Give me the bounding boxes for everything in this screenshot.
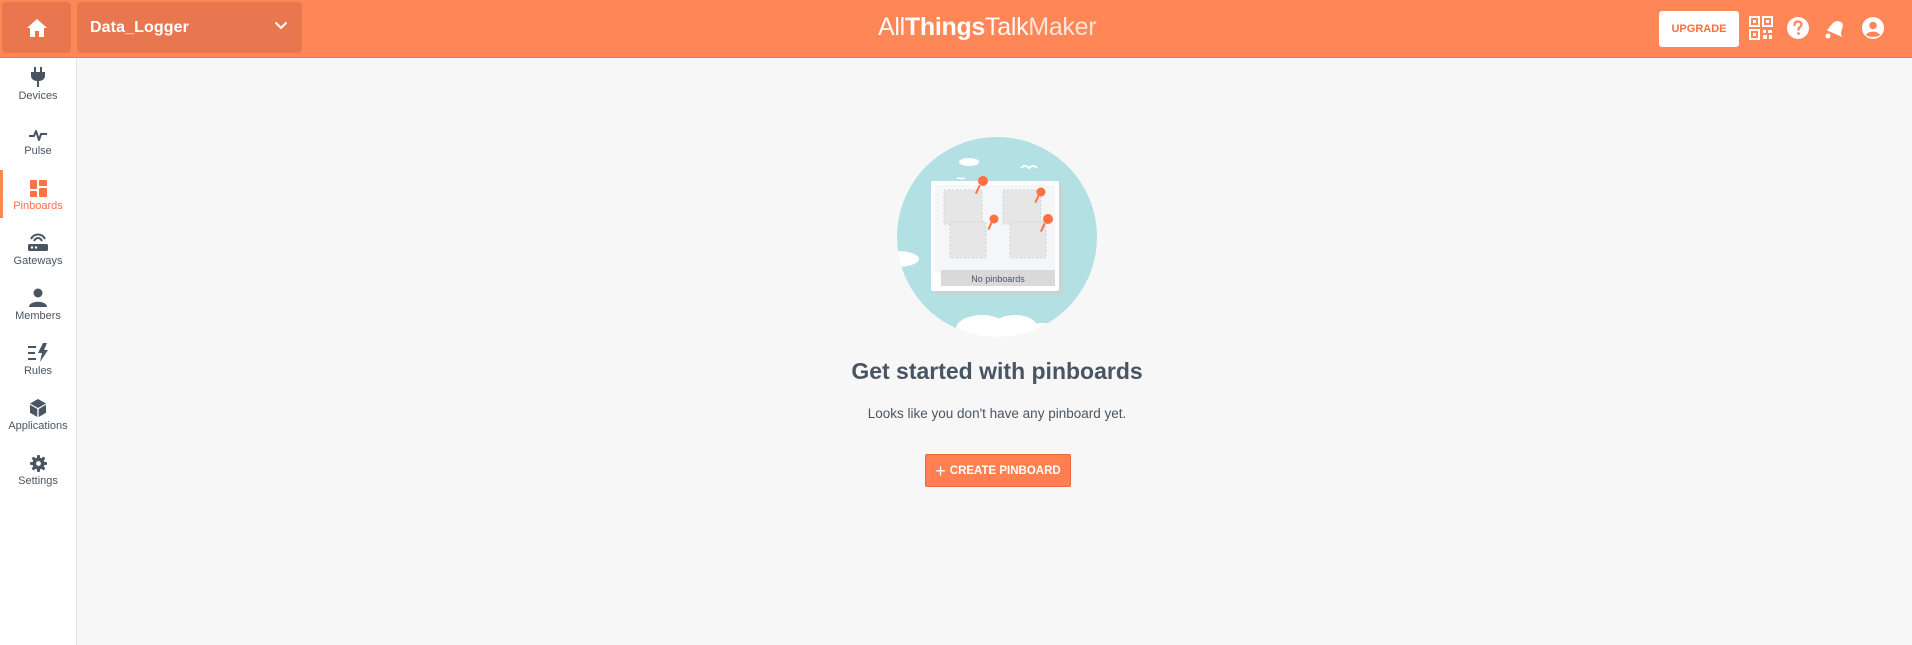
- empty-pinboards-illustration: No pinboards: [897, 137, 1097, 337]
- help-button[interactable]: [1785, 15, 1811, 41]
- account-icon: [1862, 17, 1884, 39]
- home-button[interactable]: [2, 2, 71, 53]
- ground-selector[interactable]: Data_Logger: [77, 2, 302, 53]
- sidebar-item-settings[interactable]: Settings: [0, 443, 76, 498]
- create-pinboard-label: CREATE PINBOARD: [949, 464, 1061, 477]
- sidebar-item-label: Pinboards: [13, 200, 63, 212]
- upgrade-button[interactable]: UPGRADE: [1659, 11, 1739, 47]
- account-button[interactable]: [1860, 15, 1886, 41]
- ground-name: Data_Logger: [90, 18, 189, 36]
- sidebar-item-label: Applications: [8, 420, 68, 432]
- help-icon: [1787, 17, 1809, 39]
- illustration-caption: No pinboards: [971, 274, 1025, 284]
- sidebar-item-label: Members: [15, 310, 61, 322]
- qr-code-button[interactable]: [1748, 15, 1774, 41]
- sidebar-item-members[interactable]: Members: [0, 278, 76, 333]
- sidebar-item-applications[interactable]: Applications: [0, 388, 76, 443]
- home-icon: [26, 18, 47, 37]
- chevron-down-icon: [275, 22, 287, 30]
- create-pinboard-button[interactable]: + CREATE PINBOARD: [925, 454, 1071, 487]
- sidebar: Devices Pulse Pinboards Gateways Members…: [0, 58, 77, 645]
- empty-state-message: Looks like you don't have any pinboard y…: [867, 406, 1127, 421]
- pinboards-icon: [27, 177, 49, 197]
- gear-icon: [27, 452, 49, 472]
- plug-icon: [27, 67, 49, 87]
- pulse-icon: [27, 122, 49, 142]
- sidebar-item-pinboards[interactable]: Pinboards: [0, 168, 76, 223]
- sidebar-item-label: Gateways: [13, 255, 63, 267]
- notifications-button[interactable]: [1822, 15, 1848, 41]
- sidebar-item-gateways[interactable]: Gateways: [0, 223, 76, 278]
- qr-code-icon: [1749, 16, 1773, 40]
- sidebar-item-pulse[interactable]: Pulse: [0, 113, 76, 168]
- sidebar-item-label: Settings: [18, 475, 58, 487]
- person-icon: [27, 287, 49, 307]
- app-logo[interactable]: AllThingsTalkMaker: [878, 13, 1097, 42]
- sidebar-item-label: Rules: [23, 365, 53, 377]
- sidebar-item-label: Pulse: [24, 145, 52, 157]
- cube-icon: [27, 397, 49, 417]
- page-title: Get started with pinboards: [851, 358, 1143, 384]
- gateway-icon: [27, 232, 49, 252]
- sidebar-item-devices[interactable]: Devices: [0, 58, 76, 113]
- sidebar-item-rules[interactable]: Rules: [0, 333, 76, 388]
- plus-icon: +: [935, 460, 946, 481]
- rules-icon: [27, 342, 49, 362]
- notifications-icon: [1825, 21, 1843, 39]
- top-bar: Data_Logger AllThingsTalkMaker UPGRADE: [0, 0, 1912, 58]
- sidebar-item-label: Devices: [18, 90, 58, 102]
